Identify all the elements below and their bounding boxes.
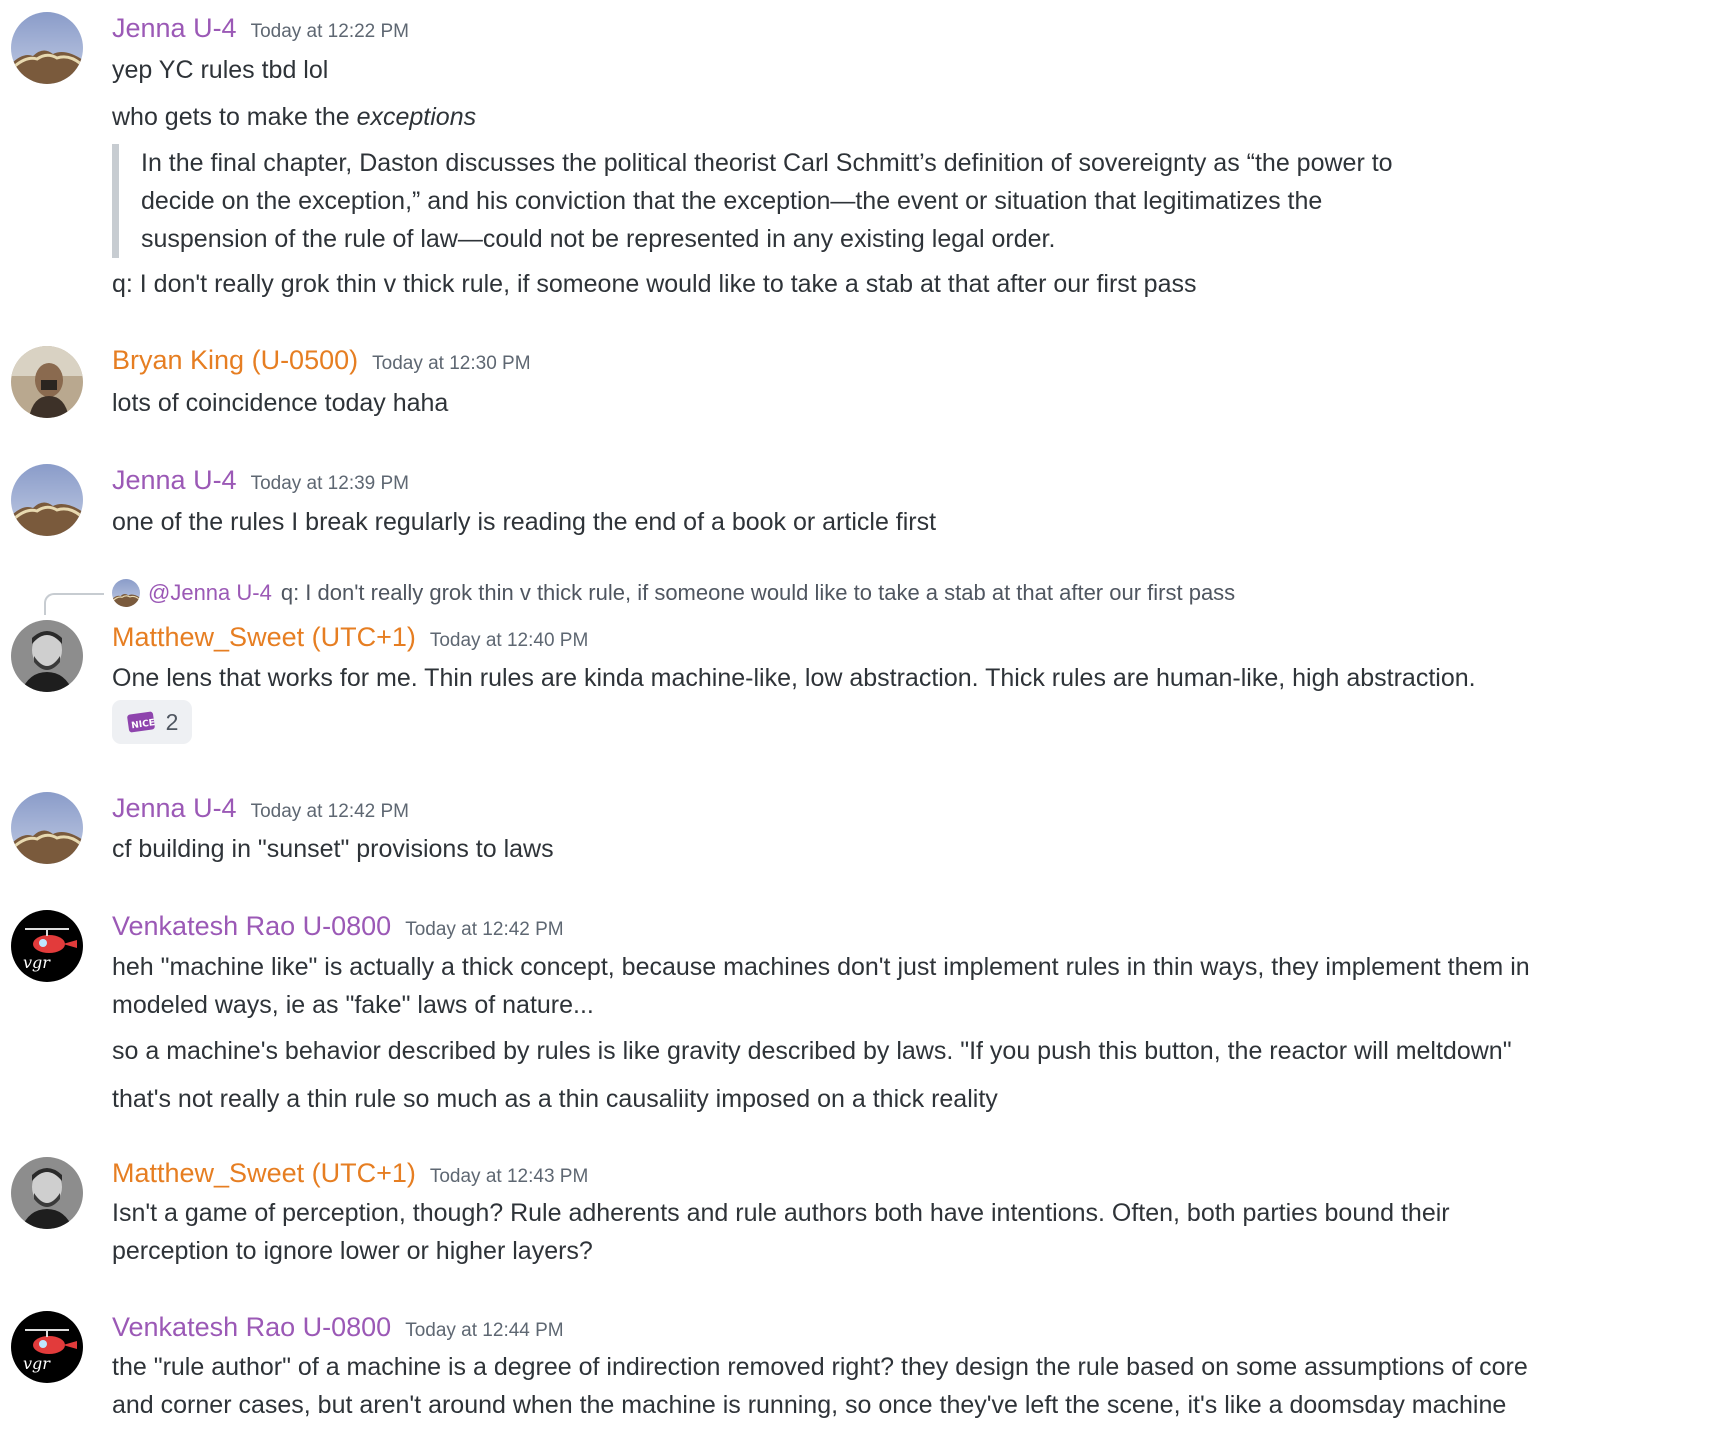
reply-connector <box>44 593 104 615</box>
avatar[interactable] <box>11 910 83 982</box>
reply-avatar <box>112 579 140 607</box>
avatar[interactable] <box>11 1157 83 1229</box>
message-text: heh "machine like" is actually a thick c… <box>112 953 1530 981</box>
message-header: Venkatesh Rao U-0800 Today at 12:44 PM <box>112 1309 564 1345</box>
timestamp[interactable]: Today at 12:40 PM <box>430 630 588 651</box>
message-text: perception to ignore lower or higher lay… <box>112 1237 593 1265</box>
author-name[interactable]: Jenna U-4 <box>112 465 237 495</box>
reply-preview-text[interactable]: q: I don't really grok thin v thick rule… <box>281 578 1235 608</box>
author-name[interactable]: Matthew_Sweet (UTC+1) <box>112 622 416 652</box>
message-header: Bryan King (U-0500) Today at 12:30 PM <box>112 342 531 378</box>
message-text: One lens that works for me. Thin rules a… <box>112 664 1476 692</box>
reaction-count: 2 <box>165 708 179 735</box>
reply-reference[interactable]: @Jenna U-4 q: I don't really grok thin v… <box>112 578 1235 608</box>
author-name[interactable]: Venkatesh Rao U-0800 <box>112 1312 391 1342</box>
message-text: the "rule author" of a machine is a degr… <box>112 1353 1528 1381</box>
message-header: Jenna U-4 Today at 12:42 PM <box>112 790 409 826</box>
avatar[interactable] <box>11 464 83 536</box>
timestamp[interactable]: Today at 12:30 PM <box>372 353 530 374</box>
quote-line: In the final chapter, Daston discusses t… <box>141 149 1393 177</box>
message-text: that's not really a thin rule so much as… <box>112 1085 998 1113</box>
message-header: Matthew_Sweet (UTC+1) Today at 12:43 PM <box>112 1155 588 1191</box>
author-name[interactable]: Jenna U-4 <box>112 793 237 823</box>
author-name[interactable]: Bryan King (U-0500) <box>112 345 358 375</box>
message-text: lots of coincidence today haha <box>112 389 449 417</box>
timestamp[interactable]: Today at 12:43 PM <box>430 1166 588 1187</box>
avatar[interactable] <box>11 346 83 418</box>
message-text: and corner cases, but aren't around when… <box>112 1391 1507 1419</box>
timestamp[interactable]: Today at 12:42 PM <box>405 919 563 940</box>
author-name[interactable]: Matthew_Sweet (UTC+1) <box>112 1158 416 1188</box>
reply-mention[interactable]: @Jenna U-4 <box>148 578 272 608</box>
message-text: Isn't a game of perception, though? Rule… <box>112 1199 1450 1227</box>
message-header: Jenna U-4 Today at 12:39 PM <box>112 462 409 498</box>
avatar[interactable] <box>11 792 83 864</box>
message-header: Matthew_Sweet (UTC+1) Today at 12:40 PM <box>112 619 588 655</box>
avatar[interactable] <box>11 12 83 84</box>
quote-line: suspension of the rule of law—could not … <box>141 225 1056 253</box>
message-text: who gets to make the exceptions <box>112 98 476 136</box>
reaction-button[interactable]: NICE 2 <box>112 700 192 744</box>
message-header: Jenna U-4 Today at 12:22 PM <box>112 10 409 46</box>
timestamp[interactable]: Today at 12:39 PM <box>251 473 409 494</box>
avatar[interactable] <box>11 1311 83 1383</box>
quote-line: decide on the exception,” and his convic… <box>141 187 1323 215</box>
nice-emoji-icon: NICE <box>126 707 156 737</box>
avatar[interactable] <box>11 620 83 692</box>
chat-page: { "messages": [ { "author": "Jenna U-4",… <box>0 0 1736 1432</box>
message-text: one of the rules I break regularly is re… <box>112 508 937 536</box>
italic-text: exceptions <box>356 103 477 131</box>
message-text: q: I don't really grok thin v thick rule… <box>112 270 1197 298</box>
block-quote: In the final chapter, Daston discusses t… <box>112 144 1641 258</box>
message-text: yep YC rules tbd lol <box>112 56 329 84</box>
author-name[interactable]: Jenna U-4 <box>112 13 237 43</box>
message-text: cf building in "sunset" provisions to la… <box>112 835 554 863</box>
message-text: modeled ways, ie as "fake" laws of natur… <box>112 991 594 1019</box>
author-name[interactable]: Venkatesh Rao U-0800 <box>112 911 391 941</box>
timestamp[interactable]: Today at 12:42 PM <box>251 801 409 822</box>
timestamp[interactable]: Today at 12:22 PM <box>251 21 409 42</box>
text-fragment: who gets to make the <box>112 103 357 131</box>
message-text: so a machine's behavior described by rul… <box>112 1037 1512 1065</box>
message-header: Venkatesh Rao U-0800 Today at 12:42 PM <box>112 908 564 944</box>
timestamp[interactable]: Today at 12:44 PM <box>405 1320 563 1341</box>
